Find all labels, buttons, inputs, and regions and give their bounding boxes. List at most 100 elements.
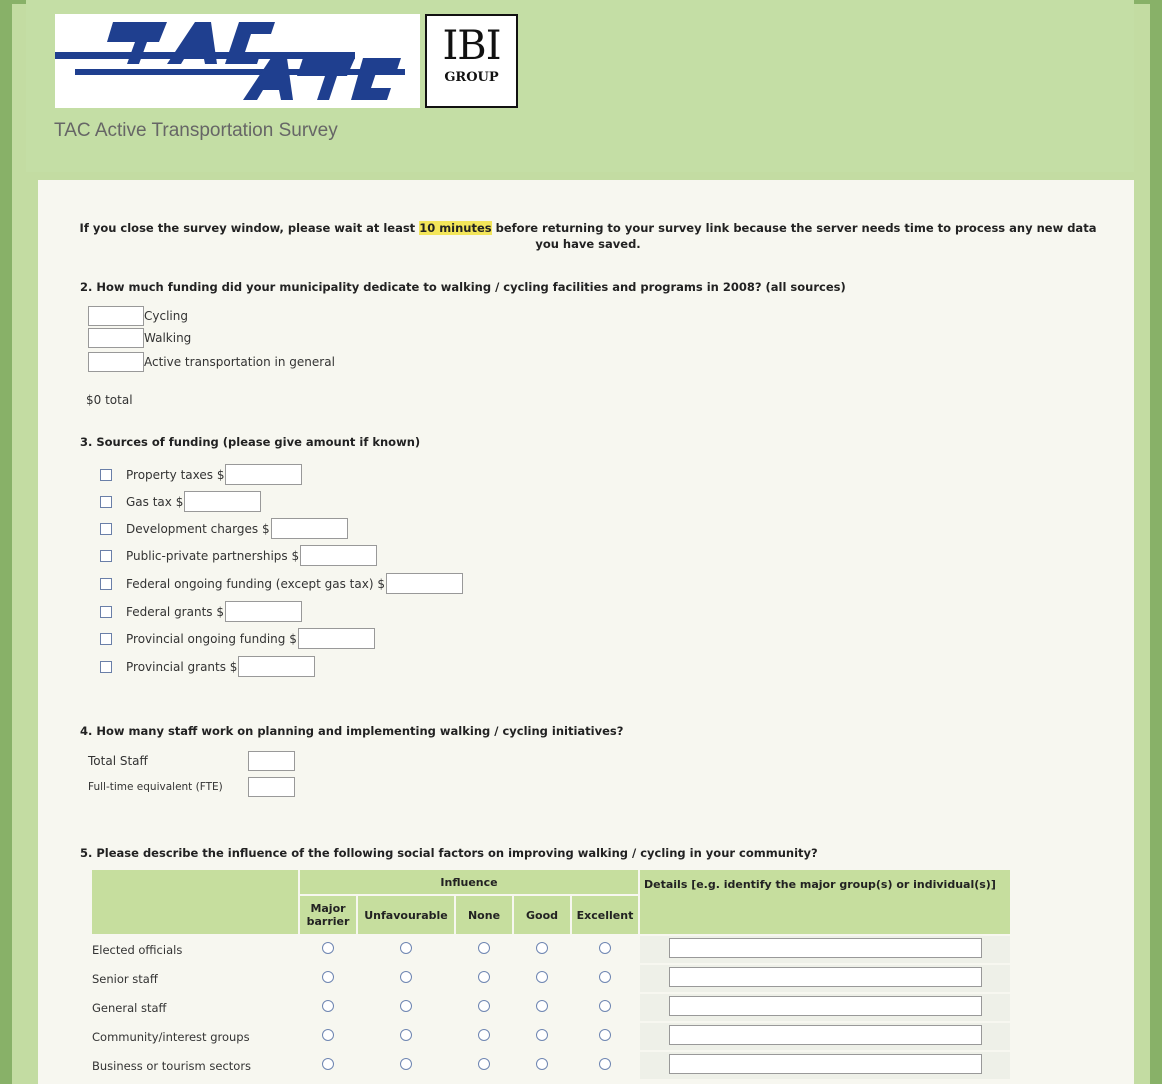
q4-row: Full-time equivalent (FTE): [88, 777, 295, 797]
notice-part: before returning to your survey link bec…: [491, 221, 1097, 251]
development-charges-input[interactable]: [270, 518, 348, 539]
provincial-grants-checkbox[interactable]: [100, 660, 112, 673]
radio-option[interactable]: [478, 971, 490, 983]
radio-option[interactable]: [599, 1000, 611, 1012]
col-excellent: Excellent: [572, 896, 638, 934]
table-row: Business or tourism sectors: [92, 1052, 1010, 1079]
radio-option[interactable]: [536, 1029, 548, 1041]
notice-text: If you close the survey window, please w…: [78, 220, 1098, 252]
q2-row: Cycling: [88, 306, 188, 326]
radio-option[interactable]: [322, 971, 334, 983]
federal-grants-input[interactable]: [224, 601, 302, 622]
row-label: Community/interest groups: [92, 1029, 250, 1044]
radio-option[interactable]: [400, 971, 412, 983]
radio-option[interactable]: [536, 1058, 548, 1070]
row-label: Elected officials: [92, 942, 183, 957]
radio-option[interactable]: [599, 971, 611, 983]
radio-option[interactable]: [322, 1000, 334, 1012]
details-input[interactable]: [668, 1025, 982, 1045]
total-staff-input[interactable]: [248, 751, 295, 771]
radio-option[interactable]: [400, 942, 412, 954]
federal-grants-checkbox[interactable]: [100, 605, 112, 618]
q3-row: Provincial ongoing funding $: [100, 628, 375, 649]
radio-option[interactable]: [400, 1029, 412, 1041]
row-label: Senior staff: [92, 971, 158, 986]
row-label: General staff: [92, 1000, 167, 1015]
q3-label: Federal ongoing funding (except gas tax)…: [126, 576, 385, 591]
details-input[interactable]: [668, 967, 982, 987]
q2-total: $0 total: [86, 393, 133, 407]
active-transport-amount-input[interactable]: [88, 352, 144, 372]
q3-row: Provincial grants $: [100, 656, 316, 677]
cycling-amount-input[interactable]: [88, 306, 144, 326]
fte-input[interactable]: [248, 777, 295, 797]
q3-label: Federal grants $: [126, 604, 224, 619]
col-major-barrier: Major barrier: [300, 896, 356, 934]
influence-header: Influence: [300, 870, 638, 894]
radio-option[interactable]: [400, 1058, 412, 1070]
details-input[interactable]: [668, 1054, 982, 1074]
col-good: Good: [514, 896, 570, 934]
development-charges-checkbox[interactable]: [100, 522, 112, 535]
q3-label: Public-private partnerships $: [126, 548, 300, 563]
radio-option[interactable]: [536, 1000, 548, 1012]
col-unfavourable: Unfavourable: [358, 896, 454, 934]
gas-tax-input[interactable]: [184, 491, 262, 512]
row-label: Business or tourism sectors: [92, 1058, 252, 1073]
provincial-grants-input[interactable]: [238, 656, 316, 677]
question-5: 5. Please describe the influence of the …: [80, 846, 818, 860]
radio-option[interactable]: [536, 971, 548, 983]
q2-label: Active transportation in general: [144, 355, 335, 369]
table-row: Elected officials: [92, 936, 1010, 963]
notice-part: If you close the survey window, please w…: [79, 221, 420, 235]
survey-content: If you close the survey window, please w…: [38, 180, 1134, 1084]
social-factors-table: Influence Details [e.g. identify the maj…: [90, 868, 1012, 1081]
property-taxes-checkbox[interactable]: [100, 468, 112, 481]
details-input[interactable]: [668, 996, 982, 1016]
details-header: Details [e.g. identify the major group(s…: [640, 870, 1010, 934]
radio-option[interactable]: [599, 1029, 611, 1041]
q2-label: Cycling: [144, 309, 188, 323]
radio-option[interactable]: [322, 1058, 334, 1070]
radio-option[interactable]: [599, 1058, 611, 1070]
radio-option[interactable]: [599, 942, 611, 954]
q2-label: Walking: [144, 331, 192, 345]
ppp-checkbox[interactable]: [100, 549, 112, 562]
q3-row: Federal grants $: [100, 601, 302, 622]
q3-row: Public-private partnerships $: [100, 545, 378, 566]
radio-option[interactable]: [478, 1000, 490, 1012]
ibi-logo-sub: GROUP: [444, 70, 499, 85]
q3-label: Provincial grants $: [126, 659, 238, 674]
walking-amount-input[interactable]: [88, 328, 144, 348]
radio-option[interactable]: [322, 942, 334, 954]
property-taxes-input[interactable]: [225, 464, 303, 485]
q4-label: Total Staff: [88, 754, 148, 768]
details-input[interactable]: [668, 938, 982, 958]
provincial-ongoing-input[interactable]: [297, 628, 375, 649]
federal-ongoing-checkbox[interactable]: [100, 577, 112, 590]
radio-option[interactable]: [536, 942, 548, 954]
q4-label: Full-time equivalent (FTE): [88, 781, 223, 793]
question-4: 4. How many staff work on planning and i…: [80, 724, 624, 738]
question-2: 2. How much funding did your municipalit…: [80, 280, 846, 294]
col-none: None: [456, 896, 512, 934]
federal-ongoing-input[interactable]: [385, 573, 463, 594]
table-row: Community/interest groups: [92, 1023, 1010, 1050]
table-row: Senior staff: [92, 965, 1010, 992]
question-3: 3. Sources of funding (please give amoun…: [80, 435, 421, 449]
radio-option[interactable]: [478, 1029, 490, 1041]
table-row: General staff: [92, 994, 1010, 1021]
q3-label: Provincial ongoing funding $: [126, 631, 297, 646]
ppp-input[interactable]: [300, 545, 378, 566]
q4-row: Total Staff: [88, 751, 295, 771]
q3-label: Property taxes $: [126, 467, 225, 482]
q2-row: Active transportation in general: [88, 352, 335, 372]
radio-option[interactable]: [322, 1029, 334, 1041]
ibi-group-logo: IBI GROUP: [425, 14, 518, 108]
radio-option[interactable]: [478, 942, 490, 954]
radio-option[interactable]: [478, 1058, 490, 1070]
q2-row: Walking: [88, 328, 191, 348]
gas-tax-checkbox[interactable]: [100, 495, 112, 508]
provincial-ongoing-checkbox[interactable]: [100, 632, 112, 645]
radio-option[interactable]: [400, 1000, 412, 1012]
